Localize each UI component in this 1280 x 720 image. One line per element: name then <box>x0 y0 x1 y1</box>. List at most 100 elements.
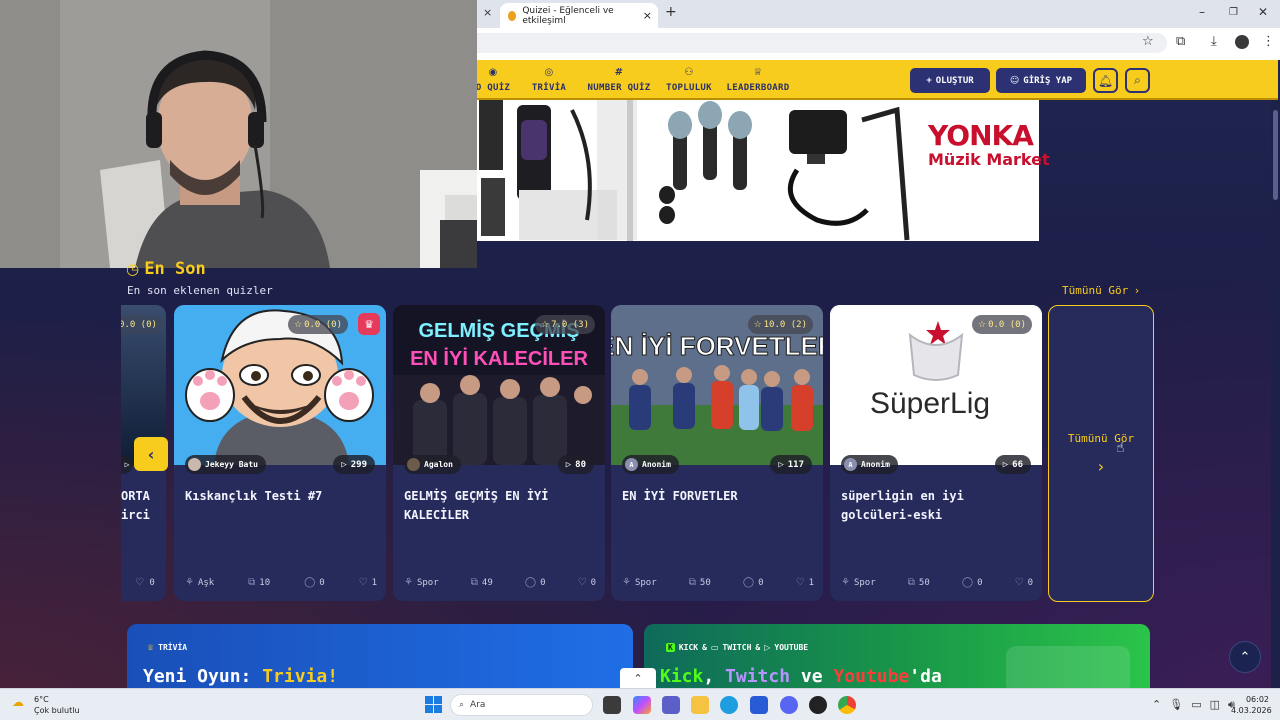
app-icon[interactable] <box>809 696 827 714</box>
webcam-overlay <box>0 0 477 268</box>
new-tab-button[interactable]: + <box>665 4 677 20</box>
promo-tag: ♕ TRİVİA <box>147 643 187 652</box>
author-badge[interactable]: Agalon <box>404 455 461 474</box>
chat-bubble-icon: ◎ <box>544 67 554 78</box>
weather-widget[interactable]: ☁ 6°C Çok bulutlu <box>12 694 80 716</box>
store-icon[interactable] <box>750 696 768 714</box>
teams-icon[interactable] <box>662 696 680 714</box>
quiz-card[interactable]: GELMİŞ GEÇMİŞ EN İYİ KALECİLER ☆ 7.0 (3)… <box>393 305 605 601</box>
display-icon[interactable]: ▭ <box>1191 698 1201 712</box>
category-label: Spor <box>853 577 876 588</box>
promo-tag-label: TRİVİA <box>158 643 188 652</box>
url-field[interactable] <box>477 33 1167 53</box>
search-button[interactable]: ⌕ <box>1125 68 1150 93</box>
trivia-promo-banner[interactable]: ♕ TRİVİA Yeni Oyun: Trivia! <box>127 624 633 694</box>
nav-item-community[interactable]: ⚇ TOPLULUK <box>665 66 713 93</box>
quiz-card[interactable]: SüperLig ☆ 0.0 (0) A Anonim ▷ 66 süperli… <box>830 305 1042 601</box>
taskbar-clock[interactable]: 06:02 4.03.2026 <box>1231 694 1272 716</box>
close-tab-icon[interactable]: × <box>483 6 492 19</box>
youtube-icon: ▷ <box>764 643 771 652</box>
close-tab-icon[interactable]: × <box>643 9 652 22</box>
quiz-stats: ⚘ Spor ⧉ 50 ◯ 0 ♡ 1 <box>622 577 814 588</box>
users-icon: ⚇ <box>684 67 694 78</box>
nav-label: LEADERBOARD <box>726 83 790 93</box>
close-window-icon[interactable]: ✕ <box>1258 5 1268 19</box>
minimize-window-icon[interactable]: – <box>1199 5 1205 19</box>
browser-menu-icon[interactable]: ⋮ <box>1262 34 1275 49</box>
nav-item-photo-quiz[interactable]: ◉ O QUİZ <box>473 66 513 93</box>
nav-item-number-quiz[interactable]: # NUMBER QUİZ <box>586 66 652 93</box>
quiz-title[interactable]: Kıskançlık Testi #7 <box>185 487 375 506</box>
scroll-to-top-button[interactable]: ⌃ <box>1229 641 1261 673</box>
likes-stat: ♡ 0 <box>135 577 155 588</box>
quiz-title[interactable]: süperligin en iyi golcüleri-eski <box>841 487 1031 525</box>
nav-label: TOPLULUK <box>666 83 712 93</box>
task-view-icon[interactable] <box>603 696 621 714</box>
quiz-card[interactable]: EN İYİ FORVETLER ☆ 10.0 (2) A Anonim ▷ 1… <box>611 305 823 601</box>
likes-stat[interactable]: ♡ 1 <box>359 577 377 588</box>
premium-crown-icon: ♛ <box>358 313 380 335</box>
create-button[interactable]: + OLUŞTUR <box>910 68 990 93</box>
tab-title: Quizei - Eğlenceli ve etkileşiml <box>522 5 614 26</box>
category-stat: ⚘ Spor <box>404 577 439 588</box>
play-count-badge: ▷ 117 <box>770 455 812 474</box>
microphone-icon[interactable]: 🎙︎ <box>1169 698 1183 712</box>
nav-item-leaderboard[interactable]: ♕ LEADERBOARD <box>726 66 790 93</box>
thumb-title-line2: EN İYİ KALECİLER <box>410 347 588 370</box>
author-badge[interactable]: A Anonim <box>622 455 679 474</box>
comments-stat: ◯ 0 <box>525 577 546 588</box>
section-title-text: En Son <box>144 259 206 279</box>
thumb-title: SüperLig <box>870 387 990 420</box>
likes-stat[interactable]: ♡ 0 <box>1015 577 1033 588</box>
profile-avatar[interactable] <box>1235 35 1249 49</box>
network-icon[interactable]: ◫ <box>1210 698 1220 712</box>
streaming-promo-banner[interactable]: K KICK & ▭ TWITCH & ▷ YOUTUBE Kick, Twit… <box>644 624 1150 694</box>
likes-stat[interactable]: ♡ 0 <box>578 577 596 588</box>
nav-label: O QUİZ <box>475 83 511 93</box>
login-label: GİRİŞ YAP <box>1023 75 1073 86</box>
bell-icon: 🔔︎ <box>1097 73 1114 88</box>
promo-title: Kick, Twitch ve Youtube'da <box>660 666 942 687</box>
star-icon: ☆ <box>753 319 762 330</box>
cloud-sun-icon: ☁ <box>12 695 24 709</box>
promo-tag-label: YOUTUBE <box>774 643 809 652</box>
scrollbar-thumb[interactable] <box>1273 110 1278 200</box>
chevron-up-icon[interactable]: ⌃ <box>620 668 656 688</box>
author-avatar: A <box>844 458 857 471</box>
notifications-button[interactable]: 🔔︎ <box>1093 68 1118 93</box>
restore-window-icon[interactable]: ❐ <box>1229 7 1238 18</box>
category-stat: ⚘ Aşk <box>185 577 214 588</box>
quiz-title[interactable]: GELMİŞ GEÇMİŞ EN İYİ KALECİLER <box>404 487 594 525</box>
likes-stat[interactable]: ♡ 1 <box>796 577 814 588</box>
author-name: Anonim <box>642 460 671 469</box>
discord-icon[interactable] <box>780 696 798 714</box>
copilot-icon[interactable] <box>633 696 651 714</box>
chrome-icon[interactable] <box>838 696 856 714</box>
star-icon: ☆ <box>293 319 303 330</box>
see-all-card[interactable]: Tümünü Gör › <box>1048 305 1154 602</box>
clock-time: 06:02 <box>1245 695 1269 704</box>
author-name: Jekeyy Batu <box>205 460 258 469</box>
carousel-prev-button[interactable]: ‹ <box>134 437 168 471</box>
bookmark-star-icon[interactable]: ☆ <box>1142 34 1154 49</box>
edge-icon[interactable] <box>720 696 738 714</box>
see-all-card-label: Tümünü Gör <box>1067 432 1135 445</box>
author-badge[interactable]: Jekeyy Batu <box>185 455 266 474</box>
author-badge[interactable]: A Anonim <box>841 455 898 474</box>
windows-start-icon[interactable] <box>425 696 442 713</box>
extensions-icon[interactable]: ⧉ <box>1176 34 1185 49</box>
login-button[interactable]: ☺ GİRİŞ YAP <box>996 68 1086 93</box>
rating-text: 7.0 (3) <box>551 319 589 330</box>
taskbar-search[interactable]: ⌕ Ara <box>450 694 593 716</box>
chevron-up-icon[interactable]: ⌃ <box>1152 698 1161 712</box>
quiz-title[interactable]: EN İYİ FORVETLER <box>622 487 812 506</box>
nav-item-trivia[interactable]: ◎ TRİVİA <box>529 66 569 93</box>
category-label: Aşk <box>197 577 215 588</box>
likes-count: 0 <box>149 578 155 588</box>
trophy-icon: ♕ <box>147 643 155 652</box>
quiz-card[interactable]: ☆ 0.0 (0) ♛ Jekeyy Batu ▷ 299 Kıskançlık… <box>174 305 386 601</box>
file-explorer-icon[interactable] <box>691 696 709 714</box>
active-browser-tab[interactable]: Quizei - Eğlenceli ve etkileşiml × <box>500 3 658 28</box>
see-all-link[interactable]: Tümünü Gör › <box>1062 284 1139 297</box>
download-icon[interactable]: ⤓ <box>1211 34 1217 49</box>
